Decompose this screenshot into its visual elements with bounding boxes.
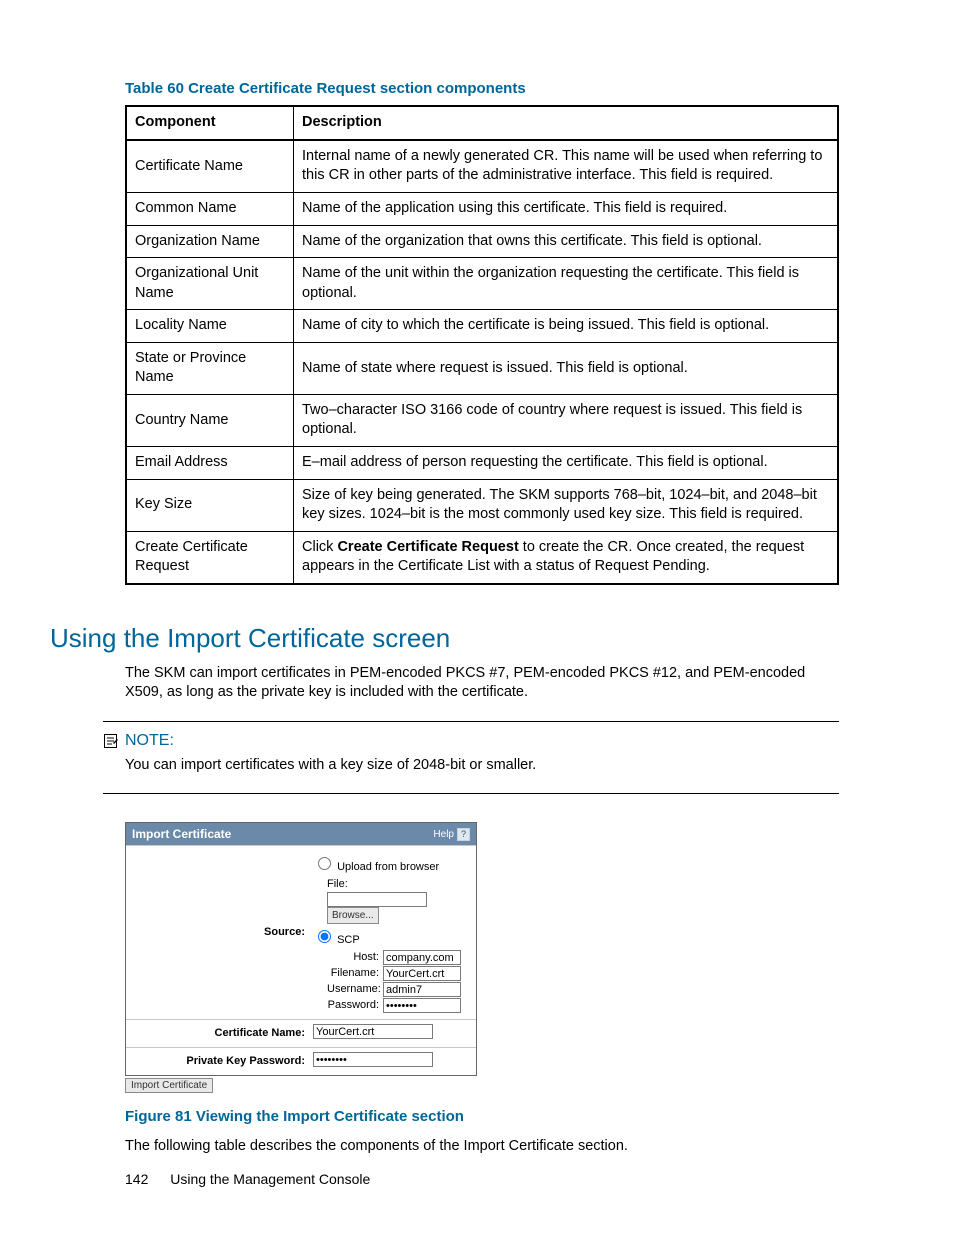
cell-component: Organizational Unit Name: [126, 258, 294, 310]
note-icon: [103, 733, 119, 749]
table-row: Country NameTwo–character ISO 3166 code …: [126, 394, 838, 446]
cell-description: Click Create Certificate Request to crea…: [294, 531, 839, 584]
cell-component: Email Address: [126, 447, 294, 480]
table-caption: Table 60 Create Certificate Request sect…: [125, 79, 839, 99]
cell-description: Two–character ISO 3166 code of country w…: [294, 394, 839, 446]
pk-password-input[interactable]: [313, 1052, 433, 1067]
table-header-component: Component: [126, 106, 294, 140]
cell-description: Name of state where request is issued. T…: [294, 342, 839, 394]
upload-radio[interactable]: [318, 857, 331, 870]
filename-label: Filename:: [327, 966, 379, 981]
import-certificate-panel: Import Certificate Help ? Source: Upload…: [125, 822, 477, 1076]
scp-radio[interactable]: [318, 930, 331, 943]
table-row: Common NameName of the application using…: [126, 192, 838, 225]
cell-description: Name of the organization that owns this …: [294, 225, 839, 258]
note-label: NOTE:: [125, 730, 174, 752]
help-icon: ?: [457, 828, 470, 841]
cell-component: Country Name: [126, 394, 294, 446]
pk-password-label: Private Key Password:: [132, 1052, 313, 1071]
divider: [103, 793, 839, 794]
file-label: File:: [327, 877, 470, 892]
table-row: Organization NameName of the organizatio…: [126, 225, 838, 258]
password-input[interactable]: [383, 998, 461, 1013]
table-row: Create Certificate Request Click Create …: [126, 531, 838, 584]
table-row: Organizational Unit NameName of the unit…: [126, 258, 838, 310]
import-certificate-button[interactable]: Import Certificate: [125, 1078, 213, 1093]
panel-title: Import Certificate: [132, 826, 231, 842]
divider: [103, 721, 839, 722]
table-header-description: Description: [294, 106, 839, 140]
cell-description: Name of city to which the certificate is…: [294, 310, 839, 343]
table-row: State or Province NameName of state wher…: [126, 342, 838, 394]
figure-followup: The following table describes the compon…: [125, 1137, 839, 1157]
cell-description: E–mail address of person requesting the …: [294, 447, 839, 480]
cell-component: Create Certificate Request: [126, 531, 294, 584]
username-label: Username:: [327, 982, 379, 997]
scp-radio-label: SCP: [337, 934, 360, 946]
filename-input[interactable]: [383, 966, 461, 981]
cert-name-input[interactable]: [313, 1024, 433, 1039]
cell-component: Key Size: [126, 479, 294, 531]
source-label: Source:: [132, 923, 313, 942]
note-text: You can import certificates with a key s…: [125, 756, 839, 776]
cell-description: Internal name of a newly generated CR. T…: [294, 140, 839, 193]
upload-radio-label: Upload from browser: [337, 861, 439, 873]
intro-paragraph: The SKM can import certificates in PEM-e…: [125, 664, 839, 703]
help-link[interactable]: Help ?: [433, 828, 470, 842]
host-input[interactable]: [383, 950, 461, 965]
file-input[interactable]: [327, 892, 427, 907]
cell-component: Organization Name: [126, 225, 294, 258]
figure-caption: Figure 81 Viewing the Import Certificate…: [125, 1107, 839, 1127]
cell-description: Name of the application using this certi…: [294, 192, 839, 225]
cell-component: Locality Name: [126, 310, 294, 343]
footer-section: Using the Management Console: [170, 1171, 370, 1187]
cell-component: State or Province Name: [126, 342, 294, 394]
panel-header: Import Certificate Help ?: [126, 823, 476, 845]
cell-component: Certificate Name: [126, 140, 294, 193]
username-input[interactable]: [383, 982, 461, 997]
table-row: Key SizeSize of key being generated. The…: [126, 479, 838, 531]
cell-component: Common Name: [126, 192, 294, 225]
cell-description: Name of the unit within the organization…: [294, 258, 839, 310]
cell-description: Size of key being generated. The SKM sup…: [294, 479, 839, 531]
browse-button[interactable]: Browse...: [327, 907, 379, 924]
page-footer: 142 Using the Management Console: [125, 1170, 370, 1189]
password-label: Password:: [327, 998, 379, 1013]
table-row: Certificate NameInternal name of a newly…: [126, 140, 838, 193]
section-heading: Using the Import Certificate screen: [50, 621, 839, 656]
page-number: 142: [125, 1171, 148, 1187]
host-label: Host:: [327, 950, 379, 965]
components-table: Component Description Certificate NameIn…: [125, 105, 839, 585]
table-row: Email AddressE–mail address of person re…: [126, 447, 838, 480]
table-row: Locality NameName of city to which the c…: [126, 310, 838, 343]
cert-name-label: Certificate Name:: [132, 1024, 313, 1043]
